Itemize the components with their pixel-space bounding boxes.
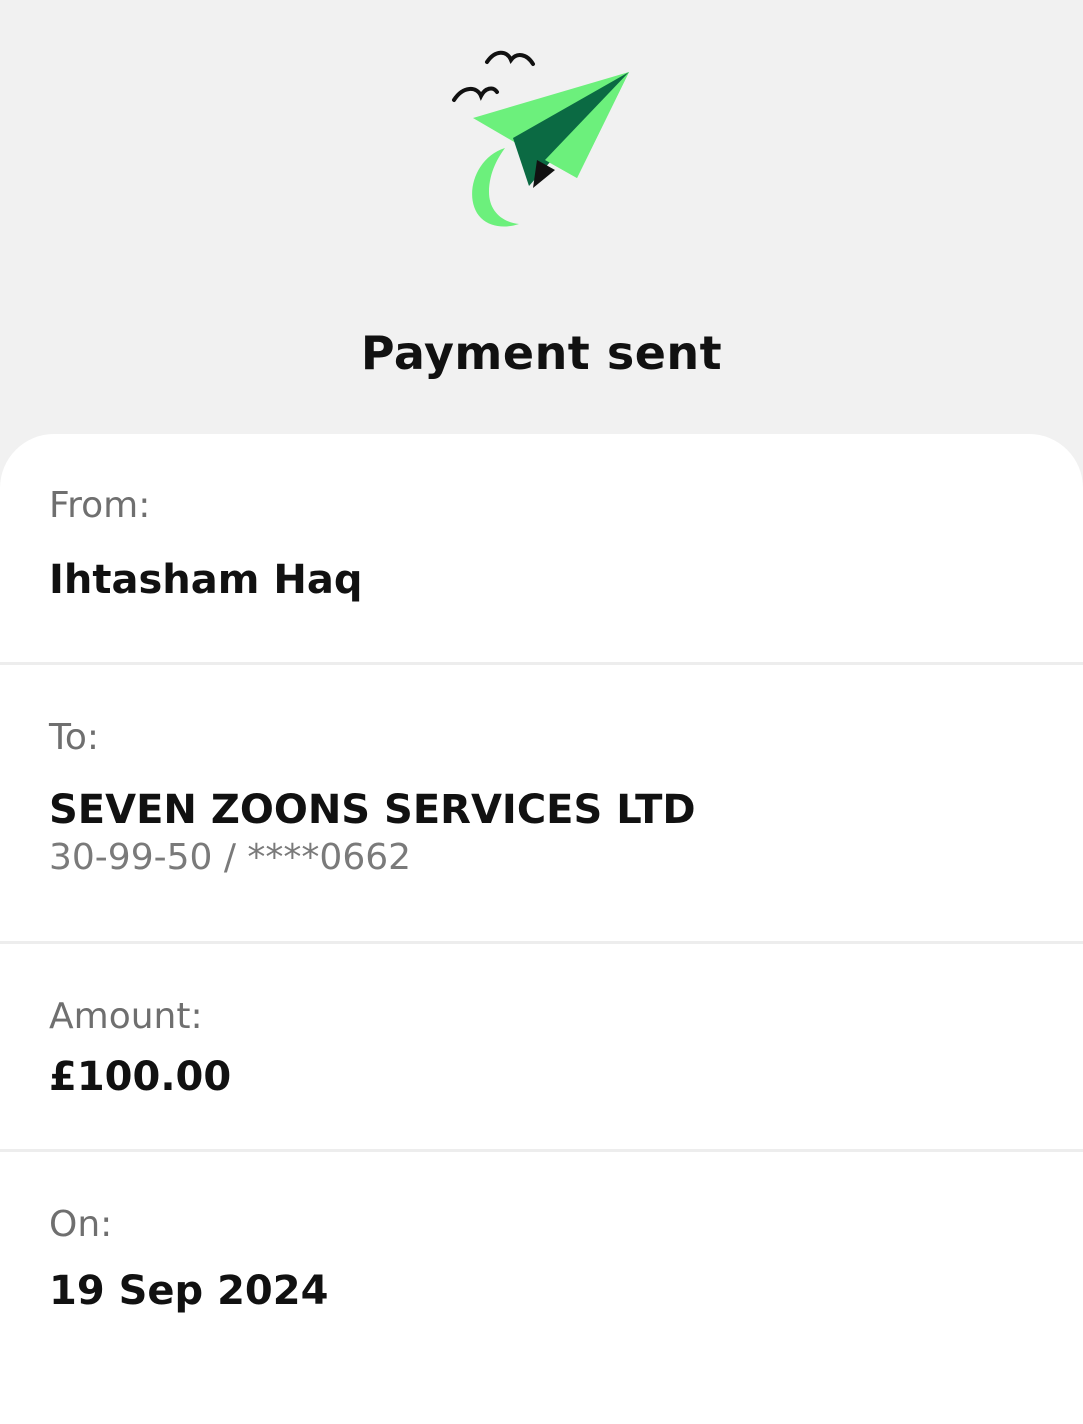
bird-icon (452, 86, 499, 102)
page-title: Payment sent (360, 326, 723, 380)
to-value: SEVEN ZOONS SERVICES LTD (49, 787, 696, 833)
date-value: 19 Sep 2024 (49, 1268, 329, 1314)
amount-value: £100.00 (49, 1054, 232, 1100)
payment-details-card: From: Ihtasham Haq To: SEVEN ZOONS SERVI… (0, 434, 1083, 1424)
paper-plane-icon (452, 50, 629, 227)
date-label: On: (49, 1204, 113, 1245)
from-row: From: Ihtasham Haq (0, 485, 1083, 603)
date-row: On: 19 Sep 2024 (0, 1204, 1083, 1314)
success-header: Payment sent (0, 0, 1083, 434)
divider (0, 662, 1083, 665)
to-account: 30-99-50 / ****0662 (49, 837, 412, 878)
to-row: To: SEVEN ZOONS SERVICES LTD 30-99-50 / … (0, 720, 1083, 876)
to-label: To: (49, 717, 100, 758)
from-label: From: (49, 485, 151, 526)
amount-row: Amount: £100.00 (0, 996, 1083, 1100)
divider (0, 1149, 1083, 1152)
amount-label: Amount: (49, 996, 203, 1037)
divider (0, 941, 1083, 944)
bird-icon (485, 50, 535, 66)
from-value: Ihtasham Haq (49, 557, 363, 603)
